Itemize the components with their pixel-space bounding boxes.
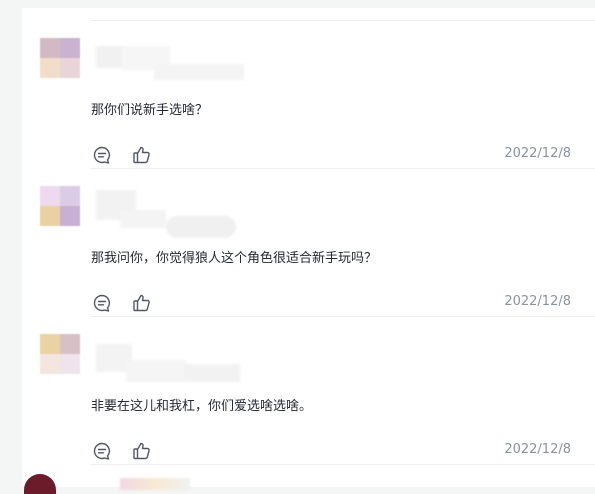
comment-date: 2022/12/8 (504, 294, 571, 309)
comment-item: 那你们说新手选啥？ 2022/12/8 (22, 20, 595, 168)
divider (91, 316, 595, 317)
comment-icon[interactable] (91, 440, 113, 462)
comment-item: 非要在这儿和我杠，你们爱选啥选啥。 2022/12/8 (22, 316, 595, 464)
comment-panel: 那你们说新手选啥？ 2022/12/8 那我问你，你觉得狼人这个角色很适合新手玩… (22, 8, 595, 487)
username-blurred[interactable] (96, 338, 246, 382)
comment-text: 那我问你，你觉得狼人这个角色很适合新手玩吗？ (91, 251, 378, 266)
comment-text: 那你们说新手选啥？ (91, 103, 209, 118)
username-blurred[interactable] (96, 42, 246, 82)
divider (91, 464, 595, 465)
comment-text: 非要在这儿和我杠，你们爱选啥选啥。 (91, 399, 313, 414)
avatar[interactable] (40, 38, 80, 78)
comment-date: 2022/12/8 (504, 442, 571, 457)
comment-icon[interactable] (91, 292, 113, 314)
divider (91, 168, 595, 169)
username-blurred[interactable] (120, 478, 190, 490)
divider (91, 20, 595, 21)
comment-icon[interactable] (91, 144, 113, 166)
comment-date: 2022/12/8 (504, 146, 571, 161)
thumbs-up-icon[interactable] (131, 440, 153, 462)
avatar[interactable] (40, 334, 80, 374)
thumbs-up-icon[interactable] (131, 144, 153, 166)
comment-item: 那我问你，你觉得狼人这个角色很适合新手玩吗？ 2022/12/8 (22, 168, 595, 316)
thumbs-up-icon[interactable] (131, 292, 153, 314)
username-blurred[interactable] (96, 190, 246, 238)
avatar[interactable] (40, 186, 80, 226)
